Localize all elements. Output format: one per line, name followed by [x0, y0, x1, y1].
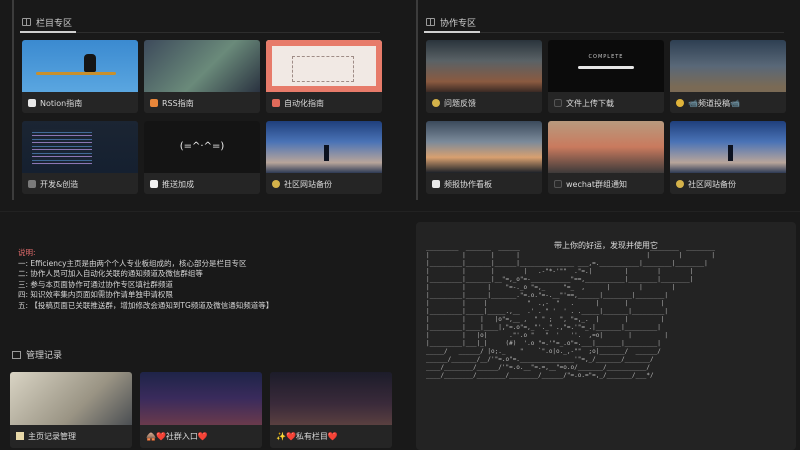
- card-cover: [266, 121, 382, 173]
- card-title: wechat群组通知: [566, 179, 627, 189]
- card-title: 开发&创造: [40, 179, 79, 189]
- card-automation-guide[interactable]: 自动化指南: [266, 40, 382, 113]
- card-cover: [22, 121, 138, 173]
- card-cover: [10, 372, 132, 425]
- card-title: 问题反馈: [444, 98, 476, 108]
- card-channel-submit[interactable]: 📹频道投稿📹: [670, 40, 786, 113]
- automation-icon: [272, 99, 280, 107]
- push-icon: [150, 180, 158, 188]
- card-cover: [548, 121, 664, 173]
- card-community-entry[interactable]: 🛖❤️社群入口❤️: [140, 372, 262, 448]
- card-title: RSS指南: [162, 98, 194, 108]
- card-title: 频报协作看板: [444, 179, 492, 189]
- card-cover: [670, 40, 786, 92]
- ascii-art-graphic: _________ _______ ______ ________ ______…: [426, 244, 715, 379]
- info-line: 二: 协作人员可加入自动化关联的通知频道及微信群组等: [18, 269, 203, 278]
- info-title: 说明:: [18, 248, 36, 257]
- wechat-icon: [554, 180, 562, 188]
- card-title: 社区网站备份: [688, 179, 736, 189]
- card-title: 社区网站备份: [284, 179, 332, 189]
- section-header: 管理记录: [12, 348, 62, 361]
- section-title: 栏目专区: [36, 18, 73, 29]
- columns-icon: [12, 350, 21, 359]
- card-cover: [266, 40, 382, 92]
- section-divider: [20, 31, 380, 33]
- section-header: 协作专区: [426, 14, 476, 30]
- card-wechat-notify[interactable]: wechat群组通知: [548, 121, 664, 194]
- card-cover: [22, 40, 138, 92]
- section-separator: [0, 211, 800, 212]
- file-icon: [554, 99, 562, 107]
- card-title: Notion指南: [40, 98, 83, 108]
- card-cover: [140, 372, 262, 425]
- card-cover: [426, 121, 542, 173]
- card-file-transfer[interactable]: COMPLETE 文件上传下载: [548, 40, 664, 113]
- column-section-left: 栏目专区 Notion指南 RSS指南 自动化指南 开发&创造 推送加成 社区网…: [12, 0, 392, 200]
- card-private-columns[interactable]: ✨❤️私有栏目❤️: [270, 372, 392, 448]
- info-line: 一: Efficiency主页是由两个个人专业板组成的，核心部分是栏目专区: [18, 258, 247, 268]
- section-header: 栏目专区: [22, 14, 72, 30]
- card-cover: [426, 40, 542, 92]
- code-icon: [28, 180, 36, 188]
- card-community-backup[interactable]: 社区网站备份: [670, 121, 786, 194]
- progress-label: COMPLETE: [588, 54, 624, 60]
- columns-icon: [22, 18, 31, 26]
- card-rss-guide[interactable]: RSS指南: [144, 40, 260, 113]
- card-feedback[interactable]: 问题反馈: [426, 40, 542, 113]
- card-title: 推送加成: [162, 179, 194, 189]
- card-dev-create[interactable]: 开发&创造: [22, 121, 138, 194]
- rss-icon: [150, 99, 158, 107]
- card-title: 主页记录管理: [28, 431, 76, 441]
- link-icon: [432, 99, 440, 107]
- info-block: 说明: 一: Efficiency主页是由两个个人专业板组成的，核心部分是栏目专…: [18, 248, 398, 311]
- card-cover: [670, 121, 786, 173]
- columns-icon: [426, 18, 435, 26]
- link-icon: [272, 180, 280, 188]
- note-icon: [16, 432, 24, 440]
- card-cover: COMPLETE: [548, 40, 664, 92]
- card-collab-board[interactable]: 频报协作看板: [426, 121, 542, 194]
- card-community-backup[interactable]: 社区网站备份: [266, 121, 382, 194]
- card-homepage-records[interactable]: 主页记录管理: [10, 372, 132, 448]
- card-cover: [270, 372, 392, 425]
- info-line: 四: 知识效率集内页面如需协作请单独申请权限: [18, 290, 173, 299]
- progress-bar: [578, 66, 634, 69]
- card-title: 🛖❤️社群入口❤️: [146, 431, 208, 441]
- section-title: 协作专区: [440, 18, 477, 29]
- info-line: 三: 参与本页面协作可通过协作专区填社群频道: [18, 279, 173, 289]
- card-cover: [144, 40, 260, 92]
- notion-icon: [28, 99, 36, 107]
- card-push-boost[interactable]: 推送加成: [144, 121, 260, 194]
- collab-section: 协作专区 问题反馈 COMPLETE 文件上传下载 📹频道投稿📹 频报协作看板 …: [416, 0, 796, 200]
- card-title: 📹频道投稿📹: [688, 98, 740, 108]
- section-title: 管理记录: [26, 351, 63, 361]
- card-notion-guide[interactable]: Notion指南: [22, 40, 138, 113]
- card-cover: [144, 121, 260, 173]
- link-icon: [676, 180, 684, 188]
- send-icon: [432, 180, 440, 188]
- card-title: 文件上传下载: [566, 98, 614, 108]
- card-title: ✨❤️私有栏目❤️: [276, 431, 338, 441]
- info-line: 五: 【投稿页面已关联推送群，增加修改会通知到TG频道及微信通知频道等】: [18, 300, 274, 310]
- bell-icon: [676, 99, 684, 107]
- section-divider: [424, 31, 784, 33]
- ascii-art-panel: 带上你的好运，发现并使用它 _________ _______ ______ _…: [416, 222, 796, 450]
- card-title: 自动化指南: [284, 98, 324, 108]
